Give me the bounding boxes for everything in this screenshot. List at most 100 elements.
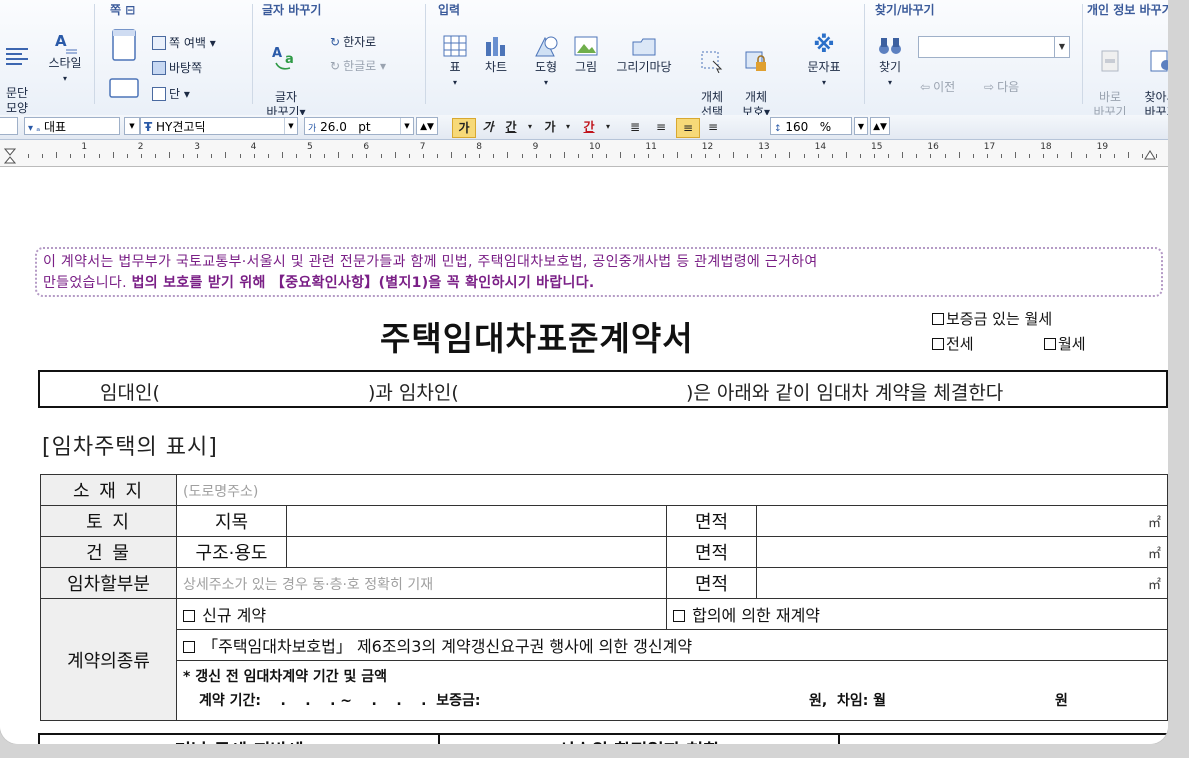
ruler-tick [831,154,833,158]
location-field[interactable]: (도로명주소) [176,474,1168,506]
bold-button[interactable]: 가 [452,118,476,138]
line-spacing-dropdown[interactable]: ▼ [854,117,868,135]
picture-button[interactable]: 그림 [568,34,604,75]
table-button[interactable]: 표 ▾ [440,34,470,90]
chevron-down-icon[interactable]: ▼ [1054,37,1069,57]
part-area-field[interactable]: ㎡ [756,567,1168,599]
page-setup-button[interactable] [104,28,144,66]
checkbox-icon[interactable] [1044,338,1056,350]
style-select-dropdown[interactable]: ▼ [124,117,140,135]
align-justify-button[interactable]: ≣ [624,118,646,136]
page-layout-button[interactable] [104,76,144,102]
checkbox-icon[interactable] [932,338,944,350]
ruler-tick [1057,154,1059,158]
checkbox-icon[interactable] [183,641,195,653]
table-icon [443,35,467,57]
shape-icon [535,36,558,57]
renewal-option[interactable]: 「주택임대차보호법」 제6조의3의 계약갱신요구권 행사에 의한 갱신계약 [176,629,1168,661]
ruler-tick [577,154,579,158]
option-jeonse[interactable]: 전세 [932,333,974,354]
location-label: 소 재 지 [40,474,177,506]
prior-terms-heading: * 갱신 전 임대차계약 기간 및 금액 [183,669,388,685]
style-button[interactable]: A 스타일 ▾ [40,30,90,86]
land-area-field[interactable]: ㎡ [756,505,1168,537]
to-hangul-label: 한글로 ▾ [343,59,387,73]
ruler-tick [1127,152,1129,158]
horizontal-ruler[interactable]: 1 2 3 4 5 6 7 8 9 10 11 12 13 14 15 16 17 18 19 [0,140,1168,167]
re-contract-option[interactable]: 합의에 의한 재계약 [666,598,1168,630]
find-replace-privacy-button[interactable]: 찾아서 바꾸기 [1138,34,1168,120]
ruler-tick [1000,154,1002,158]
building-area-field[interactable]: ㎡ [756,536,1168,568]
ruler-tick [634,154,636,158]
document-page[interactable]: 이 계약서는 법무부가 국토교통부·서울시 및 관련 전문가들과 함께 민법, … [0,167,1168,744]
char-replace-button[interactable]: Aa 글자 바꾸기▾ [258,28,314,120]
drawing-button[interactable]: 그리기마당 [612,34,676,75]
group-title-privacy: 개인 정보 바꾸기 [1087,3,1168,17]
ruler-number: 9 [532,142,539,152]
table-label: 표 [449,60,461,74]
line-spacing-stepper[interactable]: ▲▼ [870,117,890,135]
rented-part-label: 임차할부분 [40,567,177,599]
ruler-tick [394,152,396,158]
underline-dropdown[interactable]: ▾ [524,118,536,136]
checkbox-icon[interactable] [673,610,685,622]
font-color-dropdown[interactable]: ▾ [602,118,614,136]
object-select-button[interactable]: 개체 선택 [694,34,730,120]
chevron-down-icon: ▾ [565,122,570,131]
font-size-stepper[interactable]: ▲▼ [416,117,438,135]
object-protect-button[interactable]: 개체 보호▾ [734,34,778,120]
shape-button[interactable]: 도형 ▾ [528,34,564,90]
ruler-tick [874,154,875,158]
underline-button[interactable]: 간 [500,118,522,136]
agreement-text: )은 아래와 같이 임대차 계약을 체결한다 [686,382,1004,404]
ruler-number: 3 [194,142,200,152]
landlord-label: 임대인( [100,382,160,404]
new-contract-option[interactable]: 신규 계약 [176,598,667,630]
indent-marker-icon[interactable] [4,148,16,164]
to-hanja-button[interactable]: ↻ 한자로 [330,33,376,50]
land-type-field[interactable] [286,505,667,537]
italic-button[interactable]: 가 [478,118,498,136]
right-indent-marker-icon[interactable] [1144,148,1156,160]
option-monthly[interactable]: 월세 [1044,333,1086,354]
ruler-tick [902,152,904,158]
align-center-button[interactable]: ≡ [676,118,700,138]
arrow-right-icon: ⇨ [984,79,995,94]
binoculars-icon [879,38,901,54]
checkbox-icon[interactable] [183,610,195,622]
line-spacing-input[interactable]: ↕ 160 % [770,117,852,135]
find-next-button[interactable]: ⇨ 다음 [984,78,1019,95]
font-select[interactable]: Ŧ HY견고딕 ▼ [140,117,298,135]
to-hangul-button[interactable]: ↻ 한글로 ▾ [330,57,386,74]
align-left-button[interactable]: ≡ [650,118,672,136]
font-size-input[interactable]: 가 26.0 pt ▼ [304,117,414,135]
chart-button[interactable]: 차트 [478,34,514,75]
option-deposit-monthly[interactable]: 보증금 있는 월세 [932,308,1052,329]
find-input[interactable]: ▼ [918,36,1070,58]
page-bg-button[interactable]: 바탕쪽 [152,59,202,76]
ruler-number: 8 [476,142,482,152]
ruler-number: 1 [81,142,88,152]
find-button[interactable]: 찾기 ▾ [872,34,908,90]
rented-part-field[interactable]: 상세주소가 있는 경우 동·층·호 정확히 기재 [176,567,667,599]
prior-terms-cell[interactable]: * 갱신 전 임대차계약 기간 및 금액 계약 기간: . . . ~ . . … [176,660,1168,721]
section-title: [임차주택의 표시] [42,435,218,460]
priority-date-header: 선순위 확정일자 현황 [438,733,840,744]
char-map-button[interactable]: ※ 문자표 ▾ [802,34,846,90]
para-shape-button[interactable]: 문단 모양 [0,30,34,116]
column-button[interactable]: 단 ▾ [152,85,190,102]
find-prev-button[interactable]: ⇦ 이전 [920,78,955,95]
building-type-field[interactable] [286,536,667,568]
style-select[interactable]: ▾ ₐ 대표 [24,117,120,135]
format-toolbar-left-combo[interactable] [0,117,18,135]
strike-button[interactable]: 가 [540,118,560,136]
font-color-button[interactable]: 간 [578,118,600,136]
quick-replace-button[interactable]: 바로 바꾸기 [1090,34,1130,120]
ruler-tick [140,154,142,158]
checkbox-icon[interactable] [932,313,944,325]
page-margin-button[interactable]: 쪽 여백 ▾ [152,34,216,51]
align-right-button[interactable]: ≡ [702,118,724,136]
para-shape-label: 문단 모양 [5,86,29,115]
strike-dropdown[interactable]: ▾ [562,118,574,136]
